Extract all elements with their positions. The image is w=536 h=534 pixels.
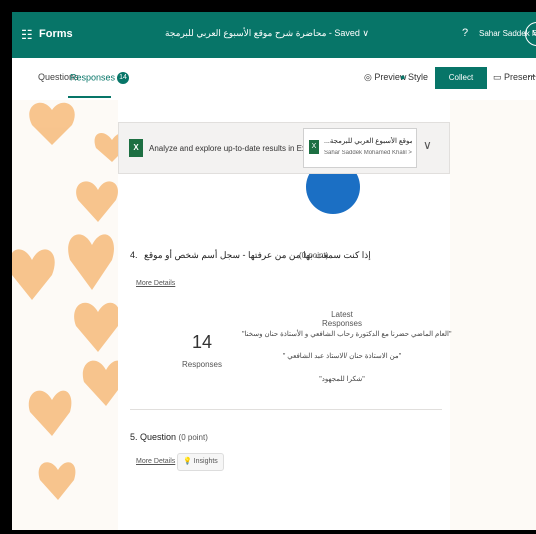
latest-responses-title: Latest Responses <box>321 310 363 328</box>
question-5-title: 5. Question (0 point) <box>130 432 208 442</box>
responses-count-badge: 14 <box>117 72 130 84</box>
style-label: Style <box>407 72 428 82</box>
excel-file-path: Sahar Saddek Mohamed Khalil > Docum... <box>324 150 412 156</box>
heart-decoration <box>28 390 72 436</box>
help-icon[interactable]: ? <box>462 27 468 39</box>
tab-responses[interactable]: Responses 14 <box>70 72 130 84</box>
heart-decoration <box>38 462 76 500</box>
app-name[interactable]: Forms <box>39 28 73 40</box>
question-5-text: 5. Question <box>130 432 177 442</box>
pie-chart-partial <box>306 172 360 214</box>
question-4-response-count: 14 <box>191 332 213 352</box>
collect-responses-button[interactable]: Collect responses <box>435 67 487 104</box>
question-4-text: إذا كنت سمعت بها من من عرفتها - سجل أسم … <box>144 250 371 260</box>
heart-decoration <box>12 249 55 300</box>
latest-response-item: "العام الماضي حضرنا مع الدكتورة رحاب الش… <box>242 331 451 338</box>
pie-chart-slice <box>306 172 360 214</box>
question-4-points: (0 point) <box>299 251 329 260</box>
section-divider <box>130 409 442 410</box>
question-5-more-details-link[interactable]: More Details <box>136 458 175 465</box>
more-options-icon[interactable]: ... <box>528 69 536 80</box>
latest-response-item: "شكرا للمجهود" <box>319 376 365 383</box>
excel-banner: X Analyze and explore up-to-date results… <box>118 122 450 174</box>
document-title[interactable]: محاضرة شرح موقع الأسبوع العربي للبرمجة -… <box>152 28 382 39</box>
chevron-down-icon[interactable]: ∨ <box>423 138 432 152</box>
heart-decoration <box>74 302 120 352</box>
insights-label: Insights <box>193 458 218 465</box>
heart-decoration <box>68 234 114 290</box>
question-4-number: 4. <box>130 250 138 260</box>
latest-response-item: " من الاستاذة حنان /الاستاذ عبد الشافعي" <box>282 353 402 360</box>
top-bar: ☷ Forms محاضرة شرح موقع الأسبوع العربي ل… <box>12 12 536 58</box>
heart-decoration <box>76 181 119 222</box>
excel-banner-text: Analyze and explore up-to-date results i… <box>149 144 319 153</box>
excel-file-selector[interactable]: X ...ة شرح موقع الأسبوع العربي للبرمجة S… <box>303 128 417 168</box>
avatar[interactable]: SS <box>525 22 536 46</box>
app-launcher-icon[interactable]: ☷ <box>21 27 33 43</box>
question-4-responses-label: Responses <box>181 360 223 369</box>
style-icon: ● <box>400 72 406 82</box>
lightbulb-icon: 💡 <box>183 458 192 465</box>
insights-button[interactable]: 💡 Insights <box>177 453 224 471</box>
preview-icon: ◎ <box>364 72 372 82</box>
tab-bar: Questions Responses 14 ◎ Preview ● Style … <box>12 58 536 104</box>
forms-window: ☷ Forms محاضرة شرح موقع الأسبوع العربي ل… <box>12 12 536 530</box>
tab-responses-label: Responses <box>70 72 116 83</box>
excel-file-icon: X <box>309 140 319 154</box>
question-5-points: (0 point) <box>178 433 208 442</box>
style-button[interactable]: ● Style <box>400 72 428 82</box>
active-tab-indicator <box>68 96 111 98</box>
present-icon: ▭ <box>493 72 502 82</box>
excel-file-name: ...ة شرح موقع الأسبوع العربي للبرمجة <box>324 138 412 145</box>
question-4-more-details-link[interactable]: More Details <box>136 280 175 287</box>
excel-icon: X <box>129 139 143 157</box>
heart-decoration <box>29 102 75 145</box>
